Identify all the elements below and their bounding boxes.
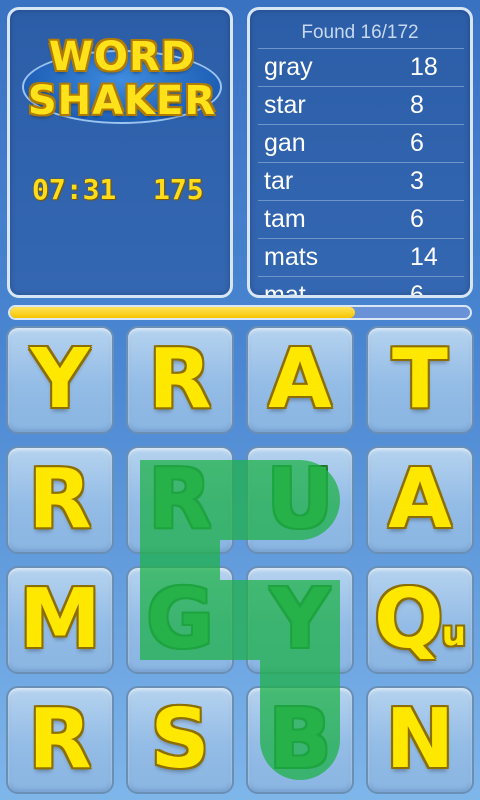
found-word: tam <box>264 205 306 233</box>
found-word: mat <box>264 281 306 298</box>
logo-line-1: WORD <box>48 34 196 80</box>
found-word: tar <box>264 167 294 195</box>
timer: 07:31 <box>32 173 117 206</box>
letter-tile[interactable]: R <box>6 446 114 554</box>
found-words-list[interactable]: gray 18 star 8 gan 6 tar 3 tam 6 mats 14 mat 6 <box>258 48 464 298</box>
found-word: gan <box>264 129 306 157</box>
found-word-row: star 8 <box>258 86 464 124</box>
letter-tile[interactable]: Y <box>6 326 114 434</box>
letter-board[interactable]: YRATRRUAMGYQuRSBN <box>0 320 480 800</box>
found-word-row: tar 3 <box>258 162 464 200</box>
tile-letter: B <box>268 692 332 787</box>
found-count: Found 16/172 <box>301 22 419 43</box>
letter-tile[interactable]: N <box>366 686 474 794</box>
found-word-points: 8 <box>410 91 424 119</box>
tile-letter: U <box>266 452 334 547</box>
game-info-panel: WORD SHAKER 07:31 175 <box>7 7 233 298</box>
tile-letter: Y <box>30 332 90 427</box>
found-word-points: 3 <box>410 167 424 195</box>
found-word-row: gan 6 <box>258 124 464 162</box>
letter-tile[interactable]: A <box>366 446 474 554</box>
tile-letter: T <box>392 332 448 427</box>
letter-tile[interactable]: U <box>246 446 354 554</box>
progress-bar <box>8 305 472 320</box>
tile-letter: R <box>148 452 212 547</box>
letter-tile[interactable]: B <box>246 686 354 794</box>
logo-line-2: SHAKER <box>27 78 217 124</box>
found-words-panel[interactable]: Found 16/172 gray 18 star 8 gan 6 tar 3 tam 6 mats… <box>247 7 473 298</box>
tile-letter: S <box>150 692 210 787</box>
letter-tile[interactable]: G <box>126 566 234 674</box>
tile-letter: Qu <box>374 572 466 667</box>
tile-letter: N <box>385 692 455 787</box>
letter-tile[interactable]: A <box>246 326 354 434</box>
letter-tile[interactable]: R <box>126 446 234 554</box>
found-word: star <box>264 91 306 119</box>
found-word-points: 6 <box>410 205 424 233</box>
found-word-points: 6 <box>410 129 424 157</box>
letter-tile[interactable]: R <box>126 326 234 434</box>
tile-letter: A <box>268 332 332 427</box>
tile-letter: R <box>148 332 212 427</box>
word-shaker-logo: WORD SHAKER <box>22 26 222 138</box>
letter-tile[interactable]: Y <box>246 566 354 674</box>
stats-row: 07:31 175 <box>10 173 236 213</box>
found-word: mats <box>264 243 319 271</box>
progress-fill <box>10 307 355 318</box>
found-word-points: 6 <box>410 281 424 298</box>
found-word-points: 14 <box>410 243 438 271</box>
tile-letter: A <box>388 452 452 547</box>
letter-tile[interactable]: M <box>6 566 114 674</box>
tile-letter: R <box>28 692 92 787</box>
found-word: gray <box>264 53 313 81</box>
found-word-row: mat 6 <box>258 276 464 298</box>
letter-tile[interactable]: Qu <box>366 566 474 674</box>
found-word-row: tam 6 <box>258 200 464 238</box>
score: 175 <box>153 173 204 206</box>
letter-tile[interactable]: R <box>6 686 114 794</box>
found-word-row: mats 14 <box>258 238 464 276</box>
tile-letter: M <box>19 572 101 667</box>
tile-letter: R <box>28 452 92 547</box>
found-word-points: 18 <box>410 53 438 81</box>
letter-tile[interactable]: S <box>126 686 234 794</box>
tile-letter: G <box>146 572 214 667</box>
found-word-row: gray 18 <box>258 48 464 86</box>
tile-letter: Y <box>270 572 330 667</box>
letter-tile[interactable]: T <box>366 326 474 434</box>
